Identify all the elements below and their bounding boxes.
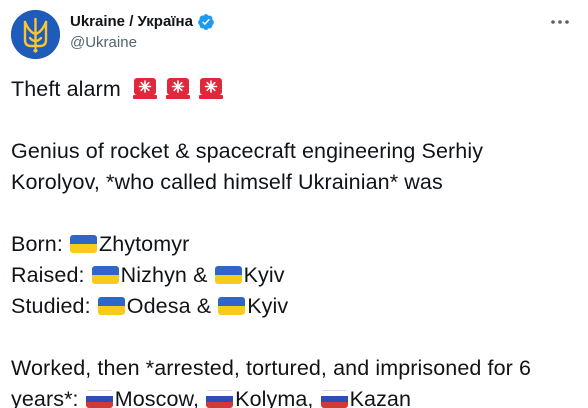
avatar[interactable] [11,10,60,59]
studied-label: Studied: [11,294,97,318]
worked-place-2: Kolyma [235,387,308,408]
worked-separator-1: , [192,387,206,408]
genius-text: Genius of rocket & spacecraft engineerin… [11,139,484,194]
post-line-raised: Raised: Nizhyn & Kyiv [11,260,581,291]
more-options-button[interactable] [548,10,572,34]
verified-badge-icon [198,14,214,30]
russia-flag-icon [85,390,113,408]
raised-place-1: Nizhyn [120,263,187,287]
born-label: Born: [11,232,69,256]
ukraine-flag-icon [91,266,119,284]
studied-separator: & [190,294,218,318]
raised-place-2: Kyiv [243,263,285,287]
russia-flag-icon [320,390,348,408]
ukraine-flag-icon [97,297,125,315]
post-line-worked: Worked, then *arrested, tortured, and im… [11,353,586,408]
studied-place-1: Odesa [126,294,191,318]
ukraine-flag-icon [214,266,242,284]
post-line-theft: Theft alarm [11,74,581,105]
ukraine-flag-icon [69,235,97,253]
police-car-light-icon [132,78,157,99]
post-line-genius: Genius of rocket & spacecraft engineerin… [11,136,531,198]
handle[interactable]: @Ukraine [70,33,215,53]
ukraine-flag-icon [218,297,246,315]
name-row: Ukraine / Україна [70,12,215,32]
worked-place-3: Kazan [349,387,412,408]
post-line-studied: Studied: Odesa & Kyiv [11,291,581,322]
worked-separator-2: , [307,387,320,408]
tweet: Ukraine / Україна @Ukraine Theft alarm G… [0,0,588,408]
police-car-light-icon [166,78,190,99]
police-car-light-icon [199,78,224,99]
post-line-born: Born: Zhytomyr [11,229,581,260]
display-name[interactable]: Ukraine / Україна [70,12,193,32]
worked-place-1: Moscow [114,387,193,408]
born-place: Zhytomyr [98,232,190,256]
theft-alarm-text: Theft alarm [11,77,121,101]
more-options-icon [551,20,569,24]
tweet-text: Theft alarm Genius of rocket & spacecraf… [11,70,581,408]
author-info: Ukraine / Україна @Ukraine [70,12,215,53]
russia-flag-icon [206,390,234,408]
studied-place-2: Kyiv [247,294,289,318]
raised-separator: & [187,263,214,287]
raised-label: Raised: [11,263,91,287]
ukraine-trident-icon [11,10,60,59]
